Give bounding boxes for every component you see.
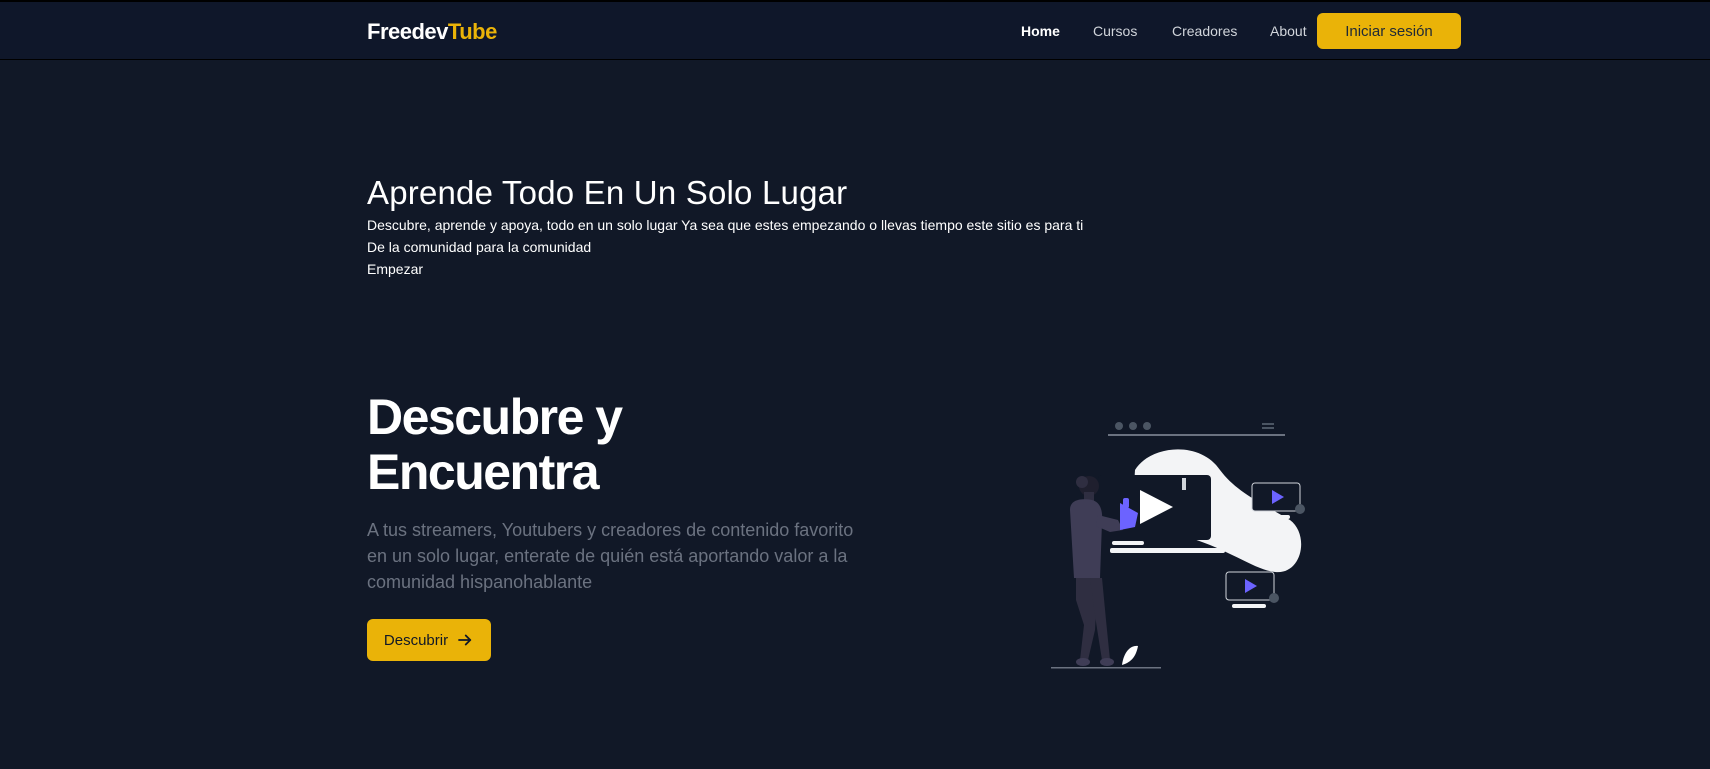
discover-button[interactable]: Descubrir	[367, 619, 491, 661]
discover-title: Descubre y Encuentra	[367, 389, 623, 500]
nav-link-home[interactable]: Home	[1021, 21, 1060, 41]
logo-text-freedev: Freedev	[367, 19, 448, 44]
logo-text-tube: Tube	[447, 19, 497, 44]
discover-button-label: Descubrir	[383, 631, 449, 649]
nav-link-cursos[interactable]: Cursos	[1093, 21, 1137, 41]
hero-section: Aprende Todo En Un Solo Lugar Descubre, …	[367, 172, 1083, 280]
hero-title: Aprende Todo En Un Solo Lugar	[367, 174, 848, 211]
nav-link-about[interactable]: About	[1270, 21, 1307, 41]
hero-subtitle: Descubre, aprende y apoya, todo en un so…	[367, 217, 1084, 233]
login-button[interactable]: Iniciar sesión	[1317, 13, 1461, 49]
navbar: FreedevTube Home Cursos Creadores About …	[0, 2, 1710, 60]
nav-link-creadores[interactable]: Creadores	[1172, 21, 1237, 41]
discover-section: Descubre y Encuentra A tus streamers, Yo…	[367, 389, 887, 661]
discover-description: A tus streamers, Youtubers y creadores d…	[367, 520, 854, 592]
video-creator-illustration	[1040, 410, 1320, 680]
arrow-right-icon	[456, 631, 474, 649]
start-link[interactable]: Empezar	[367, 258, 423, 280]
hero-tagline: De la comunidad para la comunidad	[367, 239, 592, 255]
logo[interactable]: FreedevTube	[367, 18, 497, 46]
